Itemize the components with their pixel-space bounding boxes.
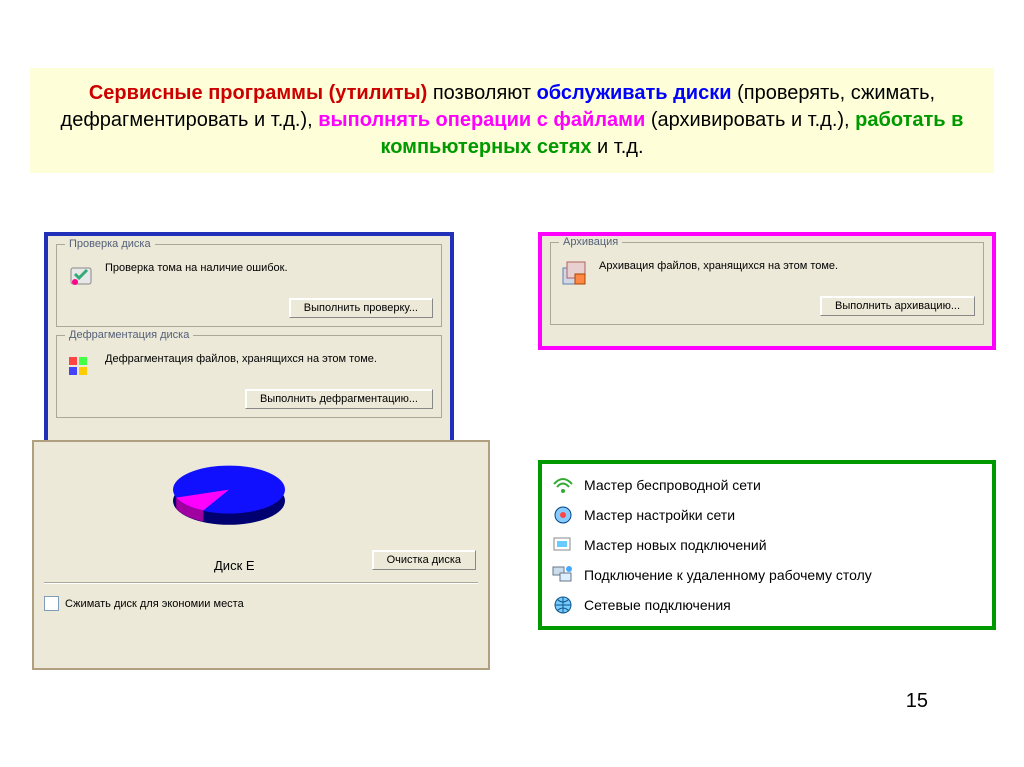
checkbox-icon[interactable] <box>44 596 59 611</box>
archive-button[interactable]: Выполнить архивацию... <box>820 296 975 316</box>
defrag-title: Дефрагментация диска <box>65 329 193 341</box>
disk-check-icon <box>65 260 97 292</box>
compress-label: Сжимать диск для экономии места <box>65 598 244 610</box>
archive-desc: Архивация файлов, хранящихся на этом том… <box>599 258 975 272</box>
disk-usage-chart: Диск E Очистка диска <box>34 442 488 582</box>
disk-label: Диск E <box>214 558 255 573</box>
compress-checkbox-row[interactable]: Сжимать диск для экономии места <box>34 584 488 623</box>
list-item[interactable]: Сетевые подключения <box>550 590 984 620</box>
defrag-desc: Дефрагментация файлов, хранящихся на это… <box>105 351 433 365</box>
slide-header: Сервисные программы (утилиты) позволяют … <box>30 68 994 173</box>
disk-check-title: Проверка диска <box>65 238 155 250</box>
defrag-button[interactable]: Выполнить дефрагментацию... <box>245 389 433 409</box>
cleanup-button[interactable]: Очистка диска <box>372 550 476 570</box>
archive-panel: Архивация Архивация файлов, хранящихся н… <box>538 232 996 350</box>
disk-check-desc: Проверка тома на наличие ошибок. <box>105 260 433 274</box>
pie-chart-icon <box>154 456 304 536</box>
network-panel: Мастер беспроводной сети Мастер настройк… <box>538 460 996 630</box>
cleanup-panel: Диск E Очистка диска Сжимать диск для эк… <box>32 440 490 670</box>
remote-desktop-icon <box>552 564 574 586</box>
new-connection-icon <box>552 534 574 556</box>
net-item-label: Мастер беспроводной сети <box>584 477 761 493</box>
header-part-6: (архивировать и т.д.), <box>645 109 855 131</box>
header-part-8: и т.д. <box>591 136 643 158</box>
list-item[interactable]: Мастер настройки сети <box>550 500 984 530</box>
list-item[interactable]: Мастер новых подключений <box>550 530 984 560</box>
disk-check-group: Проверка диска Проверка тома на наличие … <box>56 244 442 327</box>
disk-maintenance-panel: Проверка диска Проверка тома на наличие … <box>44 232 454 456</box>
archive-title: Архивация <box>559 236 622 248</box>
list-item[interactable]: Подключение к удаленному рабочему столу <box>550 560 984 590</box>
wireless-wizard-icon <box>552 474 574 496</box>
header-part-1: Сервисные программы (утилиты) <box>89 82 427 104</box>
net-item-label: Мастер новых подключений <box>584 537 767 553</box>
defrag-group: Дефрагментация диска Дефрагментация файл… <box>56 335 442 418</box>
defrag-icon <box>65 351 97 383</box>
page-number: 15 <box>906 690 928 713</box>
archive-group: Архивация Архивация файлов, хранящихся н… <box>550 242 984 325</box>
list-item[interactable]: Мастер беспроводной сети <box>550 470 984 500</box>
header-part-2: позволяют <box>427 82 536 104</box>
connections-icon <box>552 594 574 616</box>
archive-icon <box>559 258 591 290</box>
net-item-label: Мастер настройки сети <box>584 507 735 523</box>
net-item-label: Сетевые подключения <box>584 597 731 613</box>
network-wizard-icon <box>552 504 574 526</box>
net-item-label: Подключение к удаленному рабочему столу <box>584 567 872 583</box>
disk-check-button[interactable]: Выполнить проверку... <box>289 298 433 318</box>
header-part-3: обслуживать диски <box>537 82 732 104</box>
header-part-5: выполнять операции с файлами <box>318 109 645 131</box>
